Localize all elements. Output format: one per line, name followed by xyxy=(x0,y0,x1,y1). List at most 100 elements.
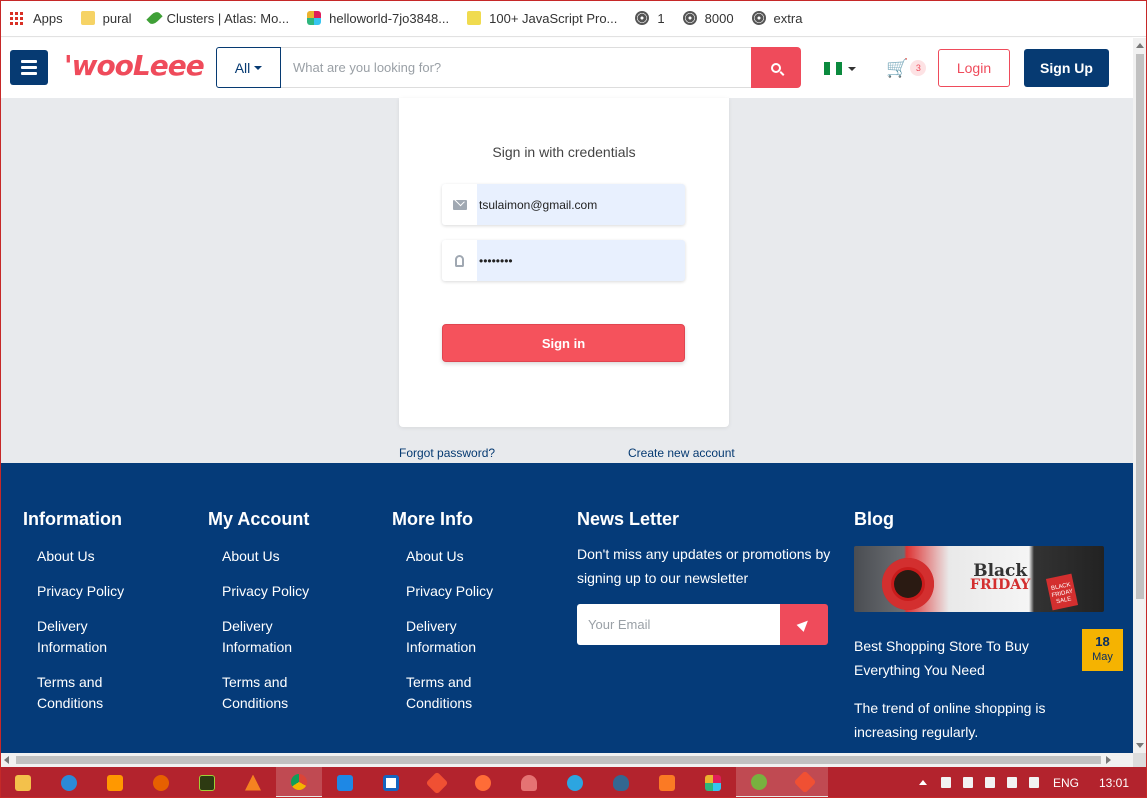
horizontal-scrollbar[interactable] xyxy=(0,753,1133,767)
folder-icon xyxy=(80,11,95,25)
taskbar-git[interactable] xyxy=(414,767,460,798)
signup-button[interactable]: Sign Up xyxy=(1024,49,1109,87)
scroll-down-arrow-icon[interactable] xyxy=(1136,743,1144,748)
scrollbar-corner xyxy=(1133,753,1147,767)
taskbar-app-blue[interactable] xyxy=(368,767,414,798)
taskbar-chrome[interactable] xyxy=(276,767,322,798)
create-account-link[interactable]: Create new account xyxy=(628,446,735,460)
network-icon[interactable] xyxy=(1028,777,1039,788)
scroll-left-arrow-icon[interactable] xyxy=(4,756,9,764)
bookmark-pural[interactable]: pural xyxy=(80,10,132,26)
taskbar-firefox[interactable] xyxy=(138,767,184,798)
password-value: •••••••• xyxy=(479,253,513,268)
logo-text-part2: Leee xyxy=(132,49,205,82)
system-tray: ENG 13:01 xyxy=(911,767,1147,798)
taskbar-postman[interactable] xyxy=(460,767,506,798)
flag-icon[interactable] xyxy=(984,777,995,788)
site-footer: Information About Us Privacy Policy Deli… xyxy=(1,463,1133,753)
footer-link[interactable]: Delivery Information xyxy=(222,616,312,658)
bookmark-1[interactable]: 1 xyxy=(635,11,665,26)
volume-icon[interactable] xyxy=(1006,777,1017,788)
bookmark-js-projects[interactable]: 100+ JavaScript Pro... xyxy=(467,11,617,26)
scroll-right-arrow-icon[interactable] xyxy=(1106,756,1111,764)
bookmark-extra[interactable]: extra xyxy=(751,10,803,26)
cart-button[interactable]: 🛒 3 xyxy=(886,59,927,77)
search-button[interactable] xyxy=(751,47,801,88)
password-field[interactable]: •••••••• xyxy=(442,240,685,281)
footer-link[interactable]: Terms and Conditions xyxy=(406,672,496,714)
taskbar-postgres[interactable] xyxy=(598,767,644,798)
lock-icon xyxy=(455,254,464,267)
taskbar-file-explorer[interactable] xyxy=(0,767,46,798)
login-button[interactable]: Login xyxy=(938,49,1010,87)
bluetooth-icon[interactable] xyxy=(940,777,951,788)
site-logo[interactable]: 'wooLeee xyxy=(64,49,205,82)
vertical-scrollbar[interactable] xyxy=(1133,38,1147,753)
forgot-password-link[interactable]: Forgot password? xyxy=(399,446,495,460)
newsletter-email-input[interactable] xyxy=(577,604,780,645)
footer-link[interactable]: About Us xyxy=(37,546,127,567)
chrome-icon xyxy=(291,773,307,790)
footer-column-title: My Account xyxy=(208,509,310,529)
firefox-icon xyxy=(153,774,169,791)
country-selector[interactable] xyxy=(824,62,856,75)
bookmark-helloworld[interactable]: helloworld-7jo3848... xyxy=(307,11,449,26)
scroll-up-arrow-icon[interactable] xyxy=(1136,43,1144,48)
taskbar-vlc[interactable] xyxy=(230,767,276,798)
footer-link[interactable]: Privacy Policy xyxy=(222,581,312,602)
js-icon xyxy=(467,11,482,25)
taskbar-git-2[interactable] xyxy=(782,767,828,798)
taskbar-internet-explorer[interactable] xyxy=(46,767,92,798)
search-input[interactable] xyxy=(281,47,751,88)
footer-link[interactable]: Privacy Policy xyxy=(406,581,496,602)
footer-link[interactable]: About Us xyxy=(406,546,496,567)
taskbar-xampp[interactable] xyxy=(644,767,690,798)
taskbar-vscode[interactable] xyxy=(322,767,368,798)
blog-post-title[interactable]: Best Shopping Store To Buy Everything Yo… xyxy=(854,634,1069,682)
vlc-icon xyxy=(245,774,261,791)
bookmark-label: Clusters | Atlas: Mo... xyxy=(166,10,290,26)
dreamweaver-icon xyxy=(199,774,215,791)
scrollbar-thumb[interactable] xyxy=(1136,54,1144,599)
bookmark-apps[interactable]: Apps xyxy=(10,11,63,26)
footer-link[interactable]: About Us xyxy=(222,546,312,567)
signin-title: Sign in with credentials xyxy=(492,144,636,160)
email-value: tsulaimon@gmail.com xyxy=(479,197,598,212)
category-dropdown[interactable]: All xyxy=(216,47,281,88)
bookmarks-bar: Apps pural Clusters | Atlas: Mo... hello… xyxy=(0,0,1147,37)
chevron-down-icon xyxy=(254,65,263,70)
footer-link[interactable]: Terms and Conditions xyxy=(37,672,127,714)
blog-image-text-1: Black xyxy=(973,561,1028,581)
taskbar-slack[interactable] xyxy=(690,767,736,798)
bookmark-atlas[interactable]: Clusters | Atlas: Mo... xyxy=(145,9,290,27)
taskbar-sublime[interactable] xyxy=(92,767,138,798)
signin-button[interactable]: Sign in xyxy=(442,324,685,362)
newsletter-submit-button[interactable] xyxy=(780,604,828,645)
footer-link[interactable]: Delivery Information xyxy=(406,616,496,658)
menu-button[interactable] xyxy=(10,50,48,85)
site-header: 'wooLeee All 🛒 3 Login Sign Up xyxy=(0,38,1133,98)
category-label: All xyxy=(234,59,251,76)
battery-icon[interactable] xyxy=(962,777,973,788)
taskbar-utorrent[interactable] xyxy=(736,767,782,798)
bookmark-label: pural xyxy=(102,10,132,26)
language-indicator[interactable]: ENG xyxy=(1053,776,1079,790)
scrollbar-thumb[interactable] xyxy=(16,756,1101,764)
bookmark-label: 8000 xyxy=(704,10,734,26)
taskbar-telegram[interactable] xyxy=(552,767,598,798)
show-hidden-icons-icon[interactable] xyxy=(918,780,927,785)
sublime-icon xyxy=(107,774,123,791)
footer-link[interactable]: Delivery Information xyxy=(37,616,127,658)
taskbar-dreamweaver[interactable] xyxy=(184,767,230,798)
bookmark-label: 100+ JavaScript Pro... xyxy=(489,10,618,26)
bookmark-8000[interactable]: 8000 xyxy=(682,10,734,26)
footer-link[interactable]: Privacy Policy xyxy=(37,581,127,602)
system-clock[interactable]: 13:01 xyxy=(1099,776,1129,790)
logo-text-part1: 'woo xyxy=(64,49,134,82)
taskbar-app-mushroom[interactable] xyxy=(506,767,552,798)
blog-post-image[interactable]: Black FRIDAY BLACK FRIDAY SALE xyxy=(854,546,1104,612)
email-field[interactable]: tsulaimon@gmail.com xyxy=(442,184,685,225)
bookmark-label: extra xyxy=(773,10,803,26)
footer-link[interactable]: Terms and Conditions xyxy=(222,672,312,714)
footer-blog: Blog Black FRIDAY BLACK FRIDAY SALE Best… xyxy=(854,509,1134,744)
